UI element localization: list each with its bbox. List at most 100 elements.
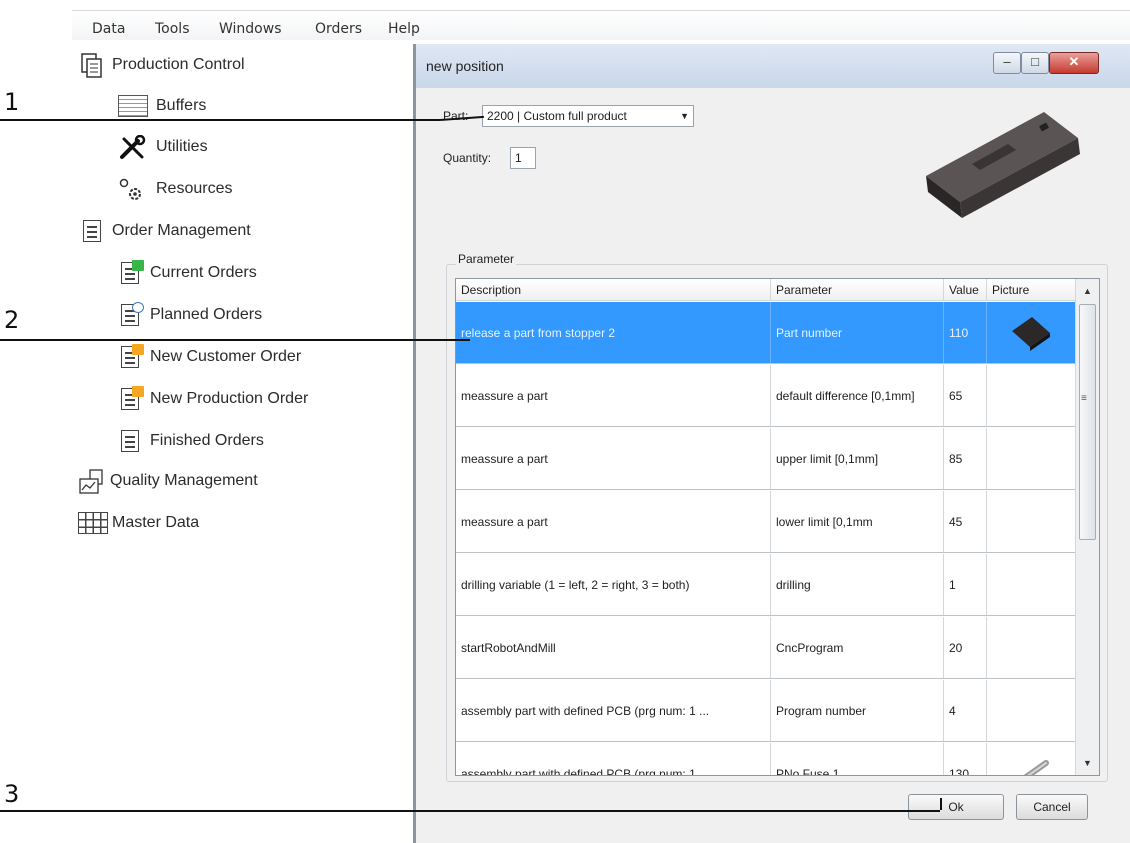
cell-picture (987, 617, 1076, 678)
document-clock-icon (121, 302, 144, 326)
menu-data[interactable]: Data (92, 21, 125, 37)
dialog-title: new position (426, 58, 504, 74)
menu-bar: Data Tools Windows Orders Help (72, 10, 1130, 40)
tree-label: New Customer Order (150, 348, 302, 365)
ok-button[interactable]: Ok (908, 794, 1004, 820)
cell-value: 130 (944, 743, 987, 775)
table-row[interactable]: meassure a part upper limit [0,1mm] 85 (456, 428, 1076, 490)
tree-item-master-data[interactable]: Master Data (78, 508, 199, 538)
tree-item-new-production-order[interactable]: New Production Order (118, 384, 308, 414)
close-button[interactable]: ✕ (1049, 52, 1099, 74)
menu-help[interactable]: Help (388, 21, 420, 37)
product-image (916, 102, 1086, 242)
quantity-input[interactable]: 1 (510, 147, 536, 169)
tools-icon (118, 134, 148, 159)
tree-label: Current Orders (150, 264, 257, 281)
document-play-icon (121, 260, 144, 284)
table-row[interactable]: assembly part with defined PCB (prg num:… (456, 743, 1076, 775)
maximize-button[interactable]: □ (1021, 52, 1049, 74)
cell-description: assembly part with defined PCB (prg num:… (456, 743, 771, 775)
part-select[interactable]: 2200 | Custom full product ▼ (482, 105, 694, 127)
chevron-down-icon: ▼ (680, 111, 689, 121)
cell-description: drilling variable (1 = left, 2 = right, … (456, 554, 771, 615)
cancel-button[interactable]: Cancel (1016, 794, 1088, 820)
cell-description: release a part from stopper 2 (456, 302, 771, 363)
cell-picture (987, 365, 1076, 426)
table-icon (78, 512, 108, 534)
tree-item-order-management[interactable]: Order Management (80, 216, 251, 246)
tree-item-resources[interactable]: Resources (118, 174, 232, 204)
scrollbar-thumb[interactable] (1079, 304, 1096, 540)
tree-item-quality-management[interactable]: Quality Management (78, 466, 258, 496)
dialog-titlebar[interactable]: new position – □ ✕ (416, 44, 1130, 88)
cell-value: 20 (944, 617, 987, 678)
quantity-label: Quantity: (443, 151, 492, 165)
cell-parameter: lower limit [0,1mm (771, 491, 944, 552)
cell-value: 1 (944, 554, 987, 615)
part-thumbnail-icon (1012, 316, 1050, 351)
parameter-group-title: Parameter (456, 252, 517, 266)
cell-parameter: Part number (771, 302, 944, 363)
minimize-button[interactable]: – (993, 52, 1021, 74)
minimize-icon: – (1003, 54, 1011, 69)
menu-windows[interactable]: Windows (219, 21, 282, 37)
document-icon (83, 220, 101, 242)
cell-description: assembly part with defined PCB (prg num:… (456, 680, 771, 741)
tree-item-utilities[interactable]: Utilities (118, 132, 208, 162)
tree-label: Buffers (156, 97, 207, 114)
table-row[interactable]: startRobotAndMill CncProgram 20 (456, 617, 1076, 679)
menu-orders[interactable]: Orders (315, 21, 362, 37)
menu-tools[interactable]: Tools (155, 21, 190, 37)
tree-item-finished-orders[interactable]: Finished Orders (118, 426, 264, 456)
callout-line-3-tick (940, 798, 942, 810)
cell-picture (987, 491, 1076, 552)
tree-label: Utilities (156, 138, 208, 155)
tree-label: Resources (156, 180, 233, 197)
callout-number-3: 3 (4, 780, 20, 808)
table-vertical-scrollbar[interactable]: ▲ ≡ ▼ (1075, 279, 1099, 775)
column-header-picture[interactable]: Picture (987, 279, 1076, 301)
cell-picture (987, 680, 1076, 741)
cell-value: 65 (944, 365, 987, 426)
tree-item-current-orders[interactable]: Current Orders (118, 258, 257, 288)
cell-value: 4 (944, 680, 987, 741)
parameter-table: Description Parameter Value Picture rele… (455, 278, 1100, 776)
maximize-icon: □ (1031, 54, 1039, 69)
cell-description: meassure a part (456, 428, 771, 489)
callout-number-2: 2 (4, 306, 20, 334)
tree-item-buffers[interactable]: Buffers (118, 91, 206, 121)
cell-description: meassure a part (456, 365, 771, 426)
cell-picture (987, 743, 1076, 775)
document-new-icon (121, 344, 144, 368)
scroll-up-icon[interactable]: ▲ (1078, 281, 1097, 301)
tree-item-new-customer-order[interactable]: New Customer Order (118, 342, 301, 372)
scroll-down-icon[interactable]: ▼ (1078, 753, 1097, 773)
tree-label: Production Control (112, 56, 245, 73)
column-header-parameter[interactable]: Parameter (771, 279, 944, 301)
table-row[interactable]: meassure a part lower limit [0,1mm 45 (456, 491, 1076, 553)
tree-item-planned-orders[interactable]: Planned Orders (118, 300, 262, 330)
tree-item-production-control[interactable]: Production Control (80, 50, 245, 80)
cell-picture (987, 554, 1076, 615)
cell-value: 45 (944, 491, 987, 552)
cell-picture (987, 428, 1076, 489)
table-row[interactable]: meassure a part default difference [0,1m… (456, 365, 1076, 427)
table-row[interactable]: release a part from stopper 2 Part numbe… (456, 302, 1076, 364)
document-icon (121, 430, 139, 452)
chart-document-icon (78, 469, 108, 494)
column-header-value[interactable]: Value (944, 279, 987, 301)
tree-label: Master Data (112, 514, 200, 531)
cell-description: startRobotAndMill (456, 617, 771, 678)
callout-number-1: 1 (4, 88, 20, 116)
table-row[interactable]: assembly part with defined PCB (prg num:… (456, 680, 1076, 742)
close-icon: ✕ (1068, 54, 1080, 69)
table-row[interactable]: drilling variable (1 = left, 2 = right, … (456, 554, 1076, 616)
gears-icon (118, 177, 148, 201)
tree-label: New Production Order (150, 390, 309, 407)
column-header-description[interactable]: Description (456, 279, 771, 301)
tree-label: Order Management (112, 222, 251, 239)
cell-parameter: PNo Fuse 1 (771, 743, 944, 775)
document-new-icon (121, 386, 144, 410)
cell-parameter: Program number (771, 680, 944, 741)
cell-parameter: default difference [0,1mm] (771, 365, 944, 426)
